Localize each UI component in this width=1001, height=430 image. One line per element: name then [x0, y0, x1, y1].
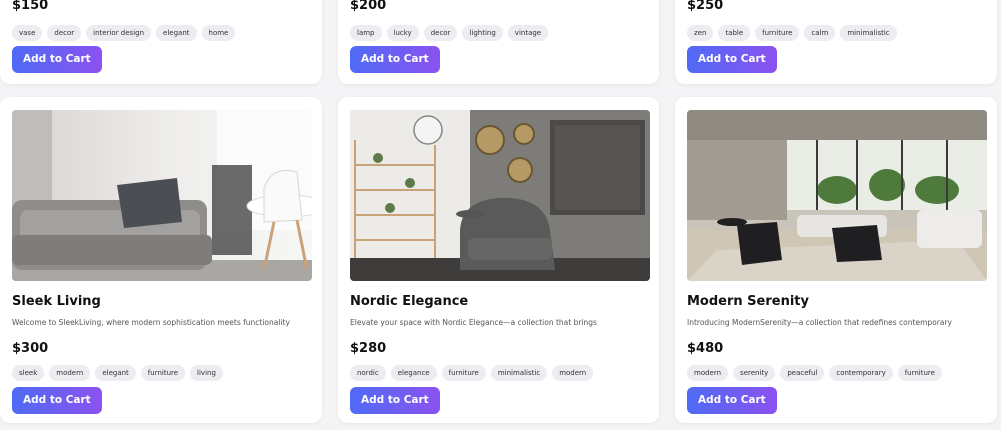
product-description: Introducing ModernSerenity—a collection …: [687, 318, 952, 327]
tag[interactable]: modern: [552, 365, 594, 381]
product-card-nordic-elegance: Nordic Elegance Elevate your space with …: [338, 97, 659, 423]
tag-list: zen table furniture calm minimalistic: [687, 25, 897, 41]
tag[interactable]: interior design: [86, 25, 152, 41]
tag[interactable]: sleek: [12, 365, 45, 381]
product-price: $280: [350, 341, 387, 356]
tag[interactable]: vintage: [507, 25, 549, 41]
tag[interactable]: minimalistic: [490, 365, 548, 381]
tag-list: nordic elegance furniture minimalistic m…: [350, 365, 594, 381]
product-price: $150: [12, 0, 49, 13]
tag[interactable]: modern: [687, 365, 729, 381]
tag[interactable]: decor: [423, 25, 458, 41]
add-to-cart-button[interactable]: Add to Cart: [687, 387, 777, 414]
product-price: $200: [350, 0, 387, 13]
product-image-open-lounge[interactable]: [687, 110, 987, 281]
tag[interactable]: furniture: [441, 365, 486, 381]
add-to-cart-button[interactable]: Add to Cart: [12, 387, 102, 414]
product-card-sleek-living: Sleek Living Welcome to SleekLiving, whe…: [0, 97, 322, 423]
tag[interactable]: lamp: [350, 25, 382, 41]
product-card-3: $250 zen table furniture calm minimalist…: [675, 0, 997, 84]
tag-list: lamp lucky decor lighting vintage: [350, 25, 549, 41]
add-to-cart-button[interactable]: Add to Cart: [687, 46, 777, 73]
tag[interactable]: elegant: [156, 25, 197, 41]
product-price: $300: [12, 341, 49, 356]
tag[interactable]: home: [201, 25, 236, 41]
product-image-living-room-sofa[interactable]: [12, 110, 312, 281]
product-card-2: $200 lamp lucky decor lighting vintage A…: [338, 0, 659, 84]
tag[interactable]: living: [190, 365, 223, 381]
tag[interactable]: calm: [804, 25, 836, 41]
tag[interactable]: lucky: [386, 25, 419, 41]
tag[interactable]: furniture: [755, 25, 800, 41]
tag[interactable]: vase: [12, 25, 43, 41]
tag[interactable]: table: [718, 25, 751, 41]
product-image-shelf-armchair[interactable]: [350, 110, 650, 281]
tag[interactable]: peaceful: [780, 365, 825, 381]
tag[interactable]: modern: [49, 365, 91, 381]
tag[interactable]: decor: [47, 25, 82, 41]
product-description: Elevate your space with Nordic Elegance—…: [350, 318, 597, 327]
tag[interactable]: lighting: [462, 25, 503, 41]
tag-list: sleek modern elegant furniture living: [12, 365, 223, 381]
product-price: $480: [687, 341, 724, 356]
tag[interactable]: zen: [687, 25, 714, 41]
product-title[interactable]: Nordic Elegance: [350, 294, 468, 309]
product-card-1: $150 vase decor interior design elegant …: [0, 0, 322, 84]
add-to-cart-button[interactable]: Add to Cart: [350, 46, 440, 73]
tag[interactable]: furniture: [897, 365, 942, 381]
tag-list: modern serenity peaceful contemporary fu…: [687, 365, 942, 381]
tag[interactable]: serenity: [733, 365, 776, 381]
tag[interactable]: minimalistic: [840, 25, 897, 41]
product-title[interactable]: Modern Serenity: [687, 294, 809, 309]
tag-list: vase decor interior design elegant home: [12, 25, 236, 41]
add-to-cart-button[interactable]: Add to Cart: [12, 46, 102, 73]
tag[interactable]: elegance: [390, 365, 437, 381]
product-title[interactable]: Sleek Living: [12, 294, 101, 309]
add-to-cart-button[interactable]: Add to Cart: [350, 387, 440, 414]
tag[interactable]: nordic: [350, 365, 386, 381]
tag[interactable]: furniture: [140, 365, 186, 381]
tag[interactable]: contemporary: [829, 365, 893, 381]
product-description: Welcome to SleekLiving, where modern sop…: [12, 318, 290, 327]
tag[interactable]: elegant: [95, 365, 136, 381]
product-price: $250: [687, 0, 724, 13]
product-card-modern-serenity: Modern Serenity Introducing ModernSereni…: [675, 97, 997, 423]
